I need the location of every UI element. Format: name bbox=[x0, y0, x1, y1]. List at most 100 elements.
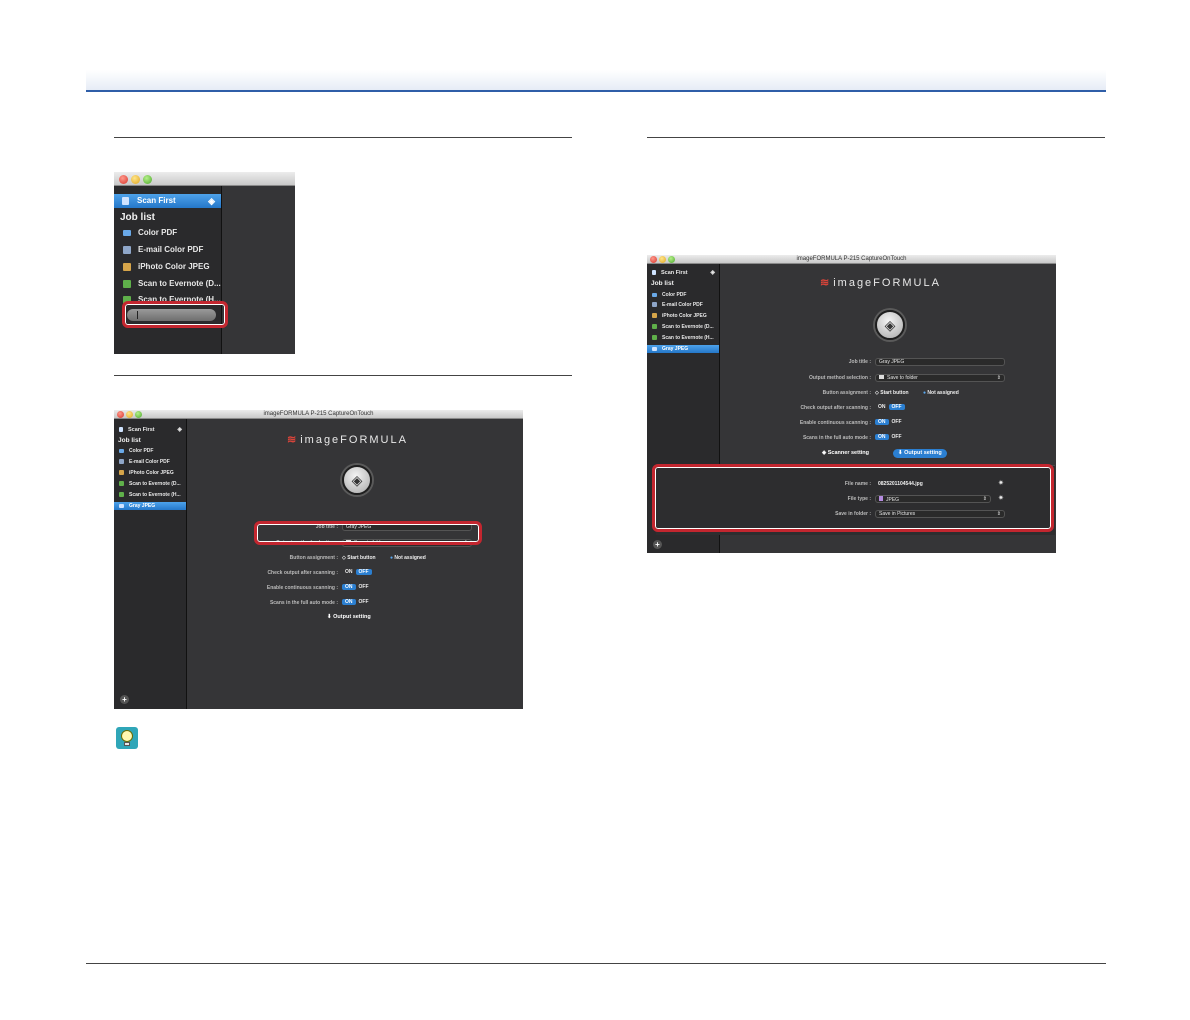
sidebar-item-scan-to-evernote-h[interactable]: Scan to Evernote (H... bbox=[647, 334, 719, 343]
job-title-field[interactable]: Gray JPEG bbox=[875, 358, 1005, 366]
check-output-label: Check output after scanning : bbox=[267, 570, 338, 576]
main-pane: ≋ imageFORMULA ◈ Job title : Gray JPEG Ou… bbox=[187, 419, 523, 709]
folder-icon bbox=[652, 346, 657, 351]
check-output-label: Check output after scanning : bbox=[800, 405, 871, 411]
sidebar-item-scan-to-evernote-h[interactable]: Scan to Evernote (H... bbox=[114, 491, 186, 500]
section-rule-right-top bbox=[647, 137, 1105, 138]
close-window-icon[interactable] bbox=[119, 175, 128, 184]
document-icon bbox=[119, 427, 123, 433]
job-sidebar: Scan First ◈ Job list Color PDF E-mail C… bbox=[114, 419, 187, 709]
evernote-icon bbox=[119, 492, 124, 498]
full-auto-label: Scans in the full auto mode : bbox=[269, 600, 338, 606]
screenshot-job-list: Scan First ◈ Job list Color PDF E-mail C… bbox=[114, 172, 295, 354]
enable-continuous-label: Enable continuous scanning : bbox=[266, 585, 338, 591]
section-rule-left-top bbox=[114, 137, 572, 138]
folder-icon bbox=[119, 448, 124, 453]
folder-icon bbox=[879, 375, 884, 379]
sidebar-item-color-pdf[interactable]: Color PDF bbox=[114, 226, 221, 240]
enable-continuous-toggle[interactable]: ON OFF bbox=[875, 419, 905, 425]
zoom-window-icon[interactable] bbox=[143, 175, 152, 184]
window-title: imageFORMULA P-215 CaptureOnTouch bbox=[796, 256, 907, 262]
sidebar-item-scan-first[interactable]: Scan First ◈ bbox=[114, 426, 186, 435]
photo-icon bbox=[123, 262, 131, 271]
add-job-button[interactable]: + bbox=[120, 695, 129, 704]
minimize-window-icon[interactable] bbox=[131, 175, 140, 184]
evernote-icon bbox=[652, 324, 657, 330]
evernote-icon bbox=[652, 335, 657, 341]
window-titlebar bbox=[114, 172, 295, 186]
start-diamond-icon: ◈ bbox=[710, 270, 715, 276]
sidebar-item-iphoto-color-jpeg[interactable]: iPhoto Color JPEG bbox=[114, 260, 221, 274]
lightbulb-hint-icon bbox=[116, 727, 138, 749]
output-setting-button[interactable]: ⬇ Output setting bbox=[327, 614, 371, 620]
check-output-toggle[interactable]: ON OFF bbox=[875, 404, 905, 410]
start-diamond-icon: ◈ bbox=[177, 427, 182, 433]
output-setting-button[interactable]: ⬇ Output setting bbox=[893, 449, 947, 458]
sidebar-item-color-pdf[interactable]: Color PDF bbox=[647, 291, 719, 300]
highlight-new-job-field bbox=[122, 301, 228, 328]
main-pane bbox=[222, 186, 295, 354]
sidebar-item-color-pdf[interactable]: Color PDF bbox=[114, 447, 186, 456]
mail-icon bbox=[123, 245, 131, 254]
sidebar-item-scan-first[interactable]: Scan First ◈ bbox=[114, 194, 221, 208]
start-scan-button[interactable]: ◈ bbox=[875, 310, 905, 340]
sidebar-item-email-color-pdf[interactable]: E-mail Color PDF bbox=[647, 301, 719, 310]
mail-icon bbox=[119, 459, 124, 465]
sidebar-item-gray-jpeg[interactable]: Gray JPEG bbox=[114, 502, 186, 510]
sidebar-item-scan-to-evernote-d[interactable]: Scan to Evernote (D... bbox=[114, 480, 186, 489]
logo-mark-icon: ≋ bbox=[287, 434, 296, 446]
job-list-heading: Job list bbox=[118, 437, 141, 444]
evernote-icon bbox=[119, 481, 124, 487]
not-assigned-option[interactable]: ● Not assigned bbox=[390, 555, 426, 561]
window-titlebar: imageFORMULA P-215 CaptureOnTouch bbox=[114, 410, 523, 419]
full-auto-label: Scans in the full auto mode : bbox=[802, 435, 871, 441]
not-assigned-option[interactable]: ● Not assigned bbox=[923, 390, 959, 396]
job-list-heading: Job list bbox=[651, 280, 674, 287]
select-arrows-icon: ⇕ bbox=[996, 375, 1001, 381]
sidebar-item-iphoto-color-jpeg[interactable]: iPhoto Color JPEG bbox=[647, 312, 719, 321]
highlight-output-method bbox=[254, 521, 482, 545]
job-title-label: Job title : bbox=[848, 359, 871, 365]
button-assignment-label: Button assignment : bbox=[822, 390, 871, 396]
sidebar-item-scan-to-evernote-d[interactable]: Scan to Evernote (D... bbox=[647, 323, 719, 332]
screenshot-output-setting: imageFORMULA P-215 CaptureOnTouch Scan F… bbox=[647, 255, 1056, 553]
job-sidebar: Scan First ◈ Job list Color PDF E-mail C… bbox=[114, 186, 222, 354]
section-rule-left-middle bbox=[114, 375, 572, 376]
mail-icon bbox=[652, 302, 657, 308]
photo-icon bbox=[652, 313, 657, 319]
enable-continuous-label: Enable continuous scanning : bbox=[799, 420, 871, 426]
start-button-option[interactable]: ◇ Start button bbox=[875, 390, 909, 396]
sidebar-item-scan-to-evernote-d[interactable]: Scan to Evernote (D... bbox=[114, 277, 221, 291]
folder-icon bbox=[119, 503, 124, 508]
sidebar-item-iphoto-color-jpeg[interactable]: iPhoto Color JPEG bbox=[114, 469, 186, 478]
sidebar-item-email-color-pdf[interactable]: E-mail Color PDF bbox=[114, 243, 221, 257]
folder-icon bbox=[652, 292, 657, 297]
logo-mark-icon: ≋ bbox=[820, 277, 829, 289]
check-output-toggle[interactable]: ON OFF bbox=[342, 569, 372, 575]
page-header-band bbox=[86, 70, 1106, 92]
add-job-button[interactable]: + bbox=[653, 540, 662, 549]
document-icon bbox=[122, 196, 129, 205]
imageformula-logo: ≋ imageFORMULA bbox=[287, 434, 408, 446]
page-footer-rule bbox=[86, 963, 1106, 964]
button-assignment-label: Button assignment : bbox=[289, 555, 338, 561]
start-scan-button[interactable]: ◈ bbox=[342, 465, 372, 495]
start-icon: ◈ bbox=[351, 472, 363, 488]
folder-icon bbox=[123, 229, 131, 236]
document-icon bbox=[652, 270, 656, 276]
output-method-select[interactable]: Save to folder ⇕ bbox=[875, 374, 1005, 382]
window-titlebar: imageFORMULA P-215 CaptureOnTouch bbox=[647, 255, 1056, 264]
scanner-setting-button[interactable]: ◈ Scanner setting bbox=[822, 450, 869, 456]
photo-icon bbox=[119, 470, 124, 476]
screenshot-output-method: imageFORMULA P-215 CaptureOnTouch Scan F… bbox=[114, 410, 523, 709]
output-method-label: Output method selection : bbox=[809, 375, 871, 381]
window-title: imageFORMULA P-215 CaptureOnTouch bbox=[263, 411, 374, 417]
full-auto-toggle[interactable]: ON OFF bbox=[875, 434, 905, 440]
start-button-option[interactable]: ◇ Start button bbox=[342, 555, 376, 561]
sidebar-item-gray-jpeg[interactable]: Gray JPEG bbox=[647, 345, 719, 353]
imageformula-logo: ≋ imageFORMULA bbox=[820, 277, 941, 289]
sidebar-item-scan-first[interactable]: Scan First ◈ bbox=[647, 269, 719, 278]
sidebar-item-email-color-pdf[interactable]: E-mail Color PDF bbox=[114, 458, 186, 467]
full-auto-toggle[interactable]: ON OFF bbox=[342, 599, 372, 605]
enable-continuous-toggle[interactable]: ON OFF bbox=[342, 584, 372, 590]
